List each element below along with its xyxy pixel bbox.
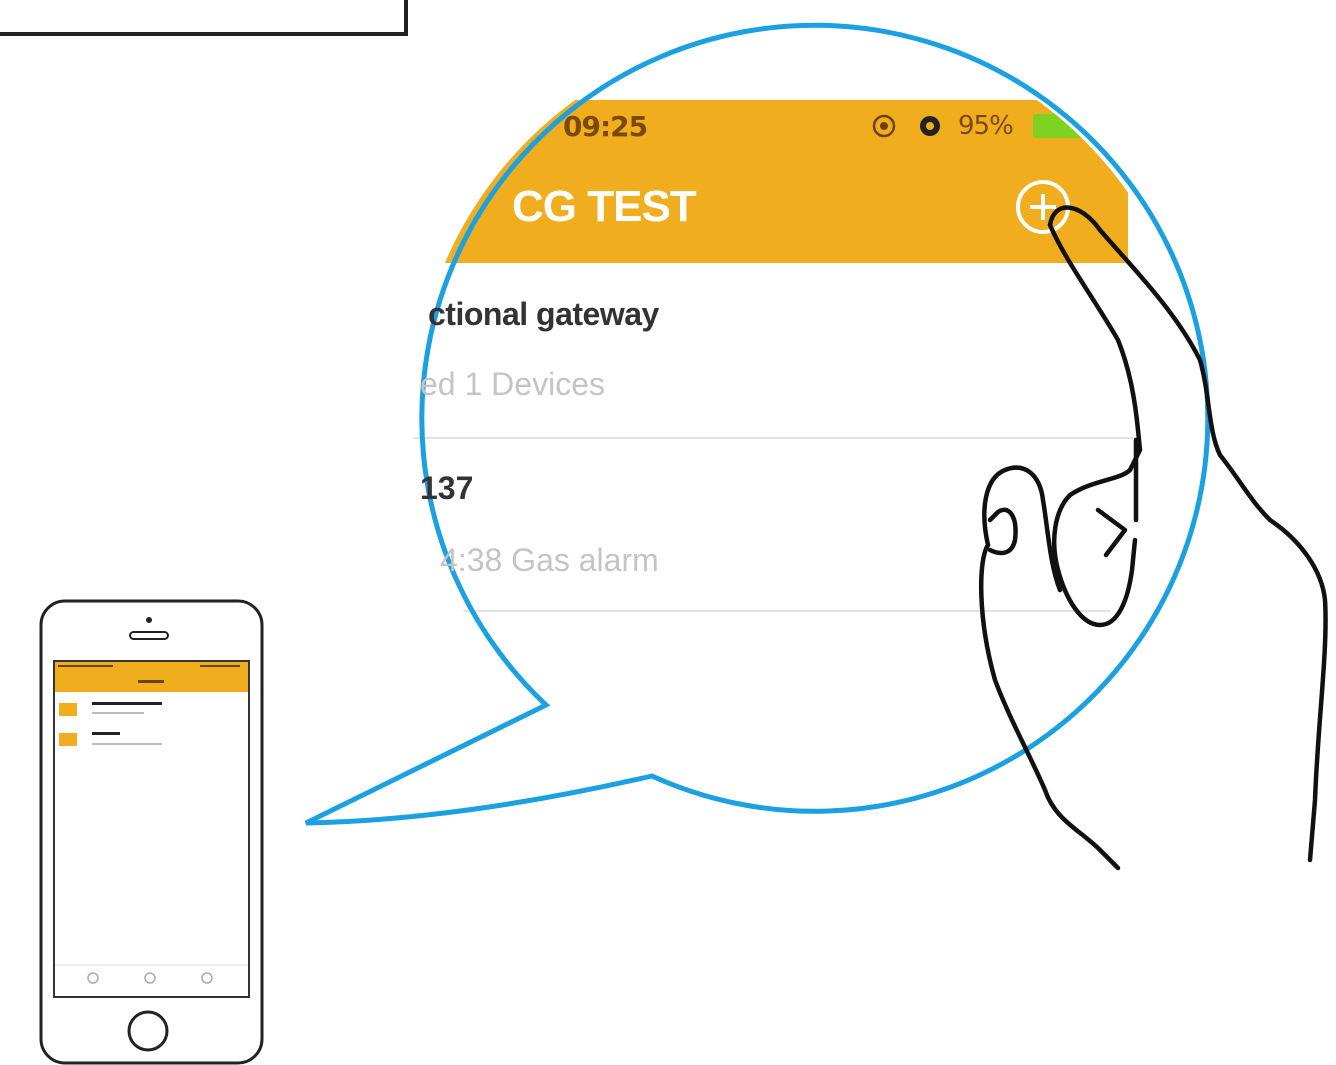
zoomed-app-view xyxy=(413,25,1199,811)
device-subtitle: ed 1 Devices xyxy=(420,366,605,402)
alarm-clock-icon xyxy=(920,116,940,136)
device-title[interactable]: ctional gateway xyxy=(428,296,659,333)
illustration xyxy=(39,22,1328,1065)
device-subtitle: 4:38 Gas alarm xyxy=(440,542,659,578)
sensor-thumb-icon xyxy=(59,733,77,746)
page-title: CG TEST xyxy=(512,182,697,231)
home-button xyxy=(127,1010,169,1052)
status-time: 09:25 xyxy=(563,110,648,143)
phone-screen xyxy=(53,660,250,998)
battery-percent: 95% xyxy=(958,111,1014,141)
smartphone-illustration xyxy=(39,599,264,1065)
device-title[interactable]: 137 xyxy=(420,470,473,507)
gateway-thumb-icon xyxy=(59,703,77,716)
front-camera-icon xyxy=(146,617,152,623)
app-header-bar xyxy=(413,100,1128,263)
